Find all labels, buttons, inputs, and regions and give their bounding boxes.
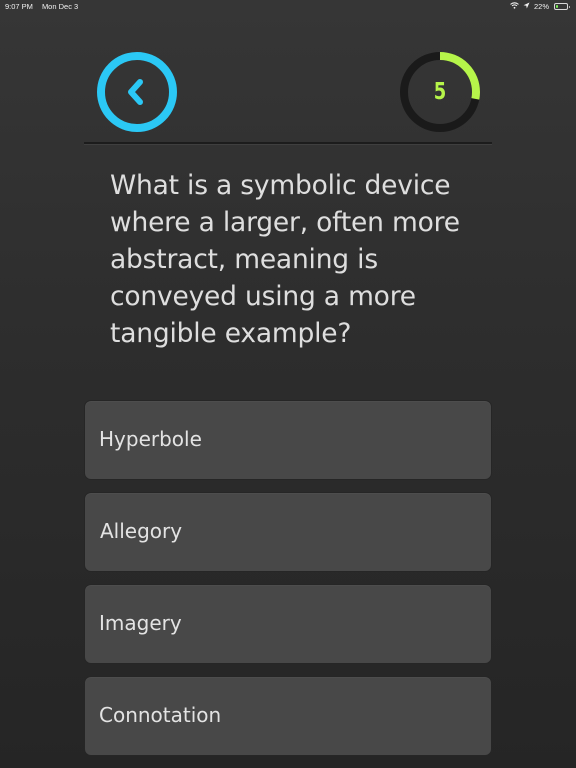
status-bar: 9:07 PM Mon Dec 3 22% — [0, 0, 576, 14]
location-icon — [523, 2, 530, 11]
status-date: Mon Dec 3 — [41, 2, 79, 11]
answer-label: Connotation — [99, 703, 222, 727]
status-left: 9:07 PM Mon Dec 3 — [5, 2, 87, 11]
question-text: What is a symbolic device where a larger… — [110, 170, 460, 349]
answer-label: Allegory — [100, 519, 183, 543]
timer-value: 5 — [433, 79, 447, 105]
countdown-timer: 5 — [399, 51, 481, 133]
header-divider — [84, 142, 492, 145]
status-time: 9:07 PM — [5, 2, 33, 11]
answer-option-2[interactable]: Allegory — [84, 492, 492, 572]
battery-icon — [554, 3, 570, 10]
status-right: 22% — [510, 2, 570, 11]
back-button[interactable] — [96, 51, 178, 133]
answer-label: Imagery — [99, 611, 182, 635]
answer-option-4[interactable]: Connotation — [84, 676, 492, 756]
battery-fill — [556, 5, 559, 8]
battery-percent: 22% — [533, 2, 549, 11]
answer-label: Hyperbole — [99, 427, 202, 451]
answer-option-3[interactable]: Imagery — [84, 584, 492, 664]
wifi-icon — [510, 2, 519, 11]
answer-option-1[interactable]: Hyperbole — [84, 400, 492, 480]
chevron-left-icon — [97, 52, 177, 132]
